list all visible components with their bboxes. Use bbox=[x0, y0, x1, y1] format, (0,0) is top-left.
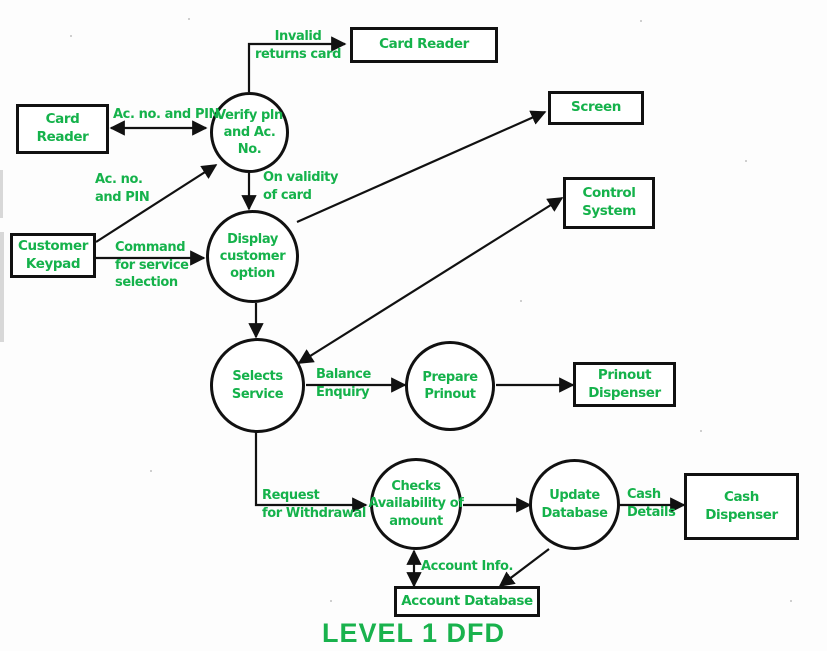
display-customer-option-line3: option bbox=[230, 266, 275, 282]
balance-enquiry-line1: Balance bbox=[316, 367, 371, 382]
diagram-title: LEVEL 1 DFD bbox=[321, 618, 506, 648]
screen-label: Screen bbox=[571, 99, 621, 116]
process-update-database[interactable]: Update Database bbox=[529, 459, 620, 550]
verify-pin-line3: No. bbox=[237, 142, 262, 158]
account-database-label: Account Database bbox=[401, 592, 533, 609]
cash-details-line2: Details bbox=[627, 504, 676, 520]
scan-edge-artifact bbox=[0, 232, 4, 342]
cash-dispenser-label-line2: Dispenser bbox=[705, 506, 778, 523]
card-reader-left-label-line1: Card bbox=[45, 111, 80, 128]
request-for-withdrawal-line2: for Withdrawal bbox=[262, 505, 366, 521]
ac-no-and-pin-reader-line1: Ac. no. and PIN bbox=[113, 107, 219, 122]
checks-availability-line3: amount bbox=[389, 513, 443, 529]
update-database-line2: Database bbox=[541, 505, 608, 521]
process-checks-availability[interactable]: Checks Availability of amount bbox=[368, 458, 464, 550]
customer-keypad-label-line1: Customer bbox=[18, 237, 88, 254]
verify-pin-line1: Verify pln bbox=[216, 107, 283, 123]
ac-no-and-pin-keypad-line1: Ac. no. bbox=[95, 172, 143, 187]
scan-speck bbox=[640, 20, 642, 22]
scan-speck bbox=[70, 35, 72, 37]
checks-availability-line2: Availability of bbox=[368, 496, 464, 512]
card-reader-left-label-line2: Reader bbox=[36, 129, 89, 145]
flow-label-ac-no-and-pin-keypad: Ac. no. and PIN bbox=[95, 171, 150, 206]
scan-edge-artifact bbox=[0, 170, 3, 218]
ac-no-and-pin-keypad-line2: and PIN bbox=[95, 189, 150, 205]
invalid-returns-card-line2: returns card bbox=[254, 46, 342, 62]
flow-label-ac-no-and-pin-reader: Ac. no. and PIN bbox=[113, 106, 219, 124]
prinout-dispenser-label-line2: Dispenser bbox=[588, 384, 661, 401]
scan-speck bbox=[520, 300, 522, 302]
card-reader-top-label: Card Reader bbox=[379, 36, 469, 53]
flow-selects-service-control-system bbox=[297, 197, 564, 364]
flow-label-balance-enquiry: Balance Enquiry bbox=[316, 366, 371, 401]
customer-keypad-label-line2: Keypad bbox=[25, 255, 81, 272]
scan-speck bbox=[188, 18, 190, 20]
balance-enquiry-line2: Enquiry bbox=[316, 384, 370, 400]
on-validity-of-card-line2: of card bbox=[263, 187, 312, 203]
flow-label-invalid-returns-card: Invalid returns card bbox=[252, 28, 344, 63]
scan-speck bbox=[330, 600, 332, 602]
scan-speck bbox=[790, 600, 792, 602]
command-for-service-selection-line3: selection bbox=[115, 275, 178, 291]
verify-pin-line2: and Ac. bbox=[223, 124, 276, 140]
external-entity-screen[interactable]: Screen bbox=[548, 91, 644, 125]
prepare-prinout-line1: Prepare bbox=[422, 369, 478, 385]
process-verify-pin[interactable]: Verify pln and Ac. No. bbox=[210, 92, 289, 173]
connector-layer bbox=[95, 36, 686, 588]
command-for-service-selection-line2: for service bbox=[115, 257, 189, 273]
on-validity-of-card-line1: On validity bbox=[263, 170, 339, 185]
external-entity-account-database[interactable]: Account Database bbox=[394, 586, 540, 617]
process-display-customer-option[interactable]: Display customer option bbox=[206, 210, 299, 303]
prinout-dispenser-label-line1: Prinout bbox=[597, 366, 652, 383]
account-info-line1: Account Info. bbox=[421, 559, 514, 574]
control-system-label-line2: System bbox=[582, 203, 636, 219]
process-prepare-prinout[interactable]: Prepare Prinout bbox=[405, 341, 495, 431]
scan-speck bbox=[700, 430, 702, 432]
display-customer-option-line2: customer bbox=[219, 248, 286, 264]
external-entity-prinout-dispenser[interactable]: Prinout Dispenser bbox=[573, 362, 676, 407]
flow-label-command-for-service-selection: Command for service selection bbox=[115, 239, 189, 292]
request-for-withdrawal-line1: Request bbox=[262, 488, 320, 503]
dfd-canvas: Card Reader Card Reader Screen Control S… bbox=[0, 0, 827, 651]
invalid-returns-card-line1: Invalid bbox=[274, 29, 322, 44]
display-customer-option-line1: Display bbox=[227, 231, 278, 247]
cash-dispenser-label-line1: Cash bbox=[723, 488, 760, 505]
external-entity-customer-keypad[interactable]: Customer Keypad bbox=[10, 233, 96, 278]
scan-speck bbox=[745, 160, 747, 162]
selects-service-line1: Selects bbox=[232, 369, 283, 385]
flow-label-cash-details: Cash Details bbox=[627, 486, 676, 521]
update-database-line1: Update bbox=[549, 488, 600, 504]
prepare-prinout-line2: Prinout bbox=[424, 387, 476, 402]
flow-label-on-validity-of-card: On validity of card bbox=[263, 169, 338, 204]
cash-details-line1: Cash bbox=[627, 487, 661, 502]
selects-service-line2: Service bbox=[231, 386, 284, 402]
external-entity-card-reader-top[interactable]: Card Reader bbox=[350, 27, 498, 63]
external-entity-card-reader-left[interactable]: Card Reader bbox=[16, 104, 109, 154]
external-entity-cash-dispenser[interactable]: Cash Dispenser bbox=[684, 473, 799, 540]
flow-label-request-for-withdrawal: Request for Withdrawal bbox=[262, 487, 366, 522]
flow-label-account-info: Account Info. bbox=[421, 558, 513, 576]
flow-display-to-screen bbox=[296, 110, 547, 224]
command-for-service-selection-line1: Command bbox=[115, 240, 186, 255]
process-selects-service[interactable]: Selects Service bbox=[210, 338, 305, 433]
control-system-label-line1: Control bbox=[582, 185, 636, 202]
external-entity-control-system[interactable]: Control System bbox=[563, 177, 655, 229]
scan-speck bbox=[150, 470, 152, 472]
checks-availability-line1: Checks bbox=[391, 479, 441, 495]
